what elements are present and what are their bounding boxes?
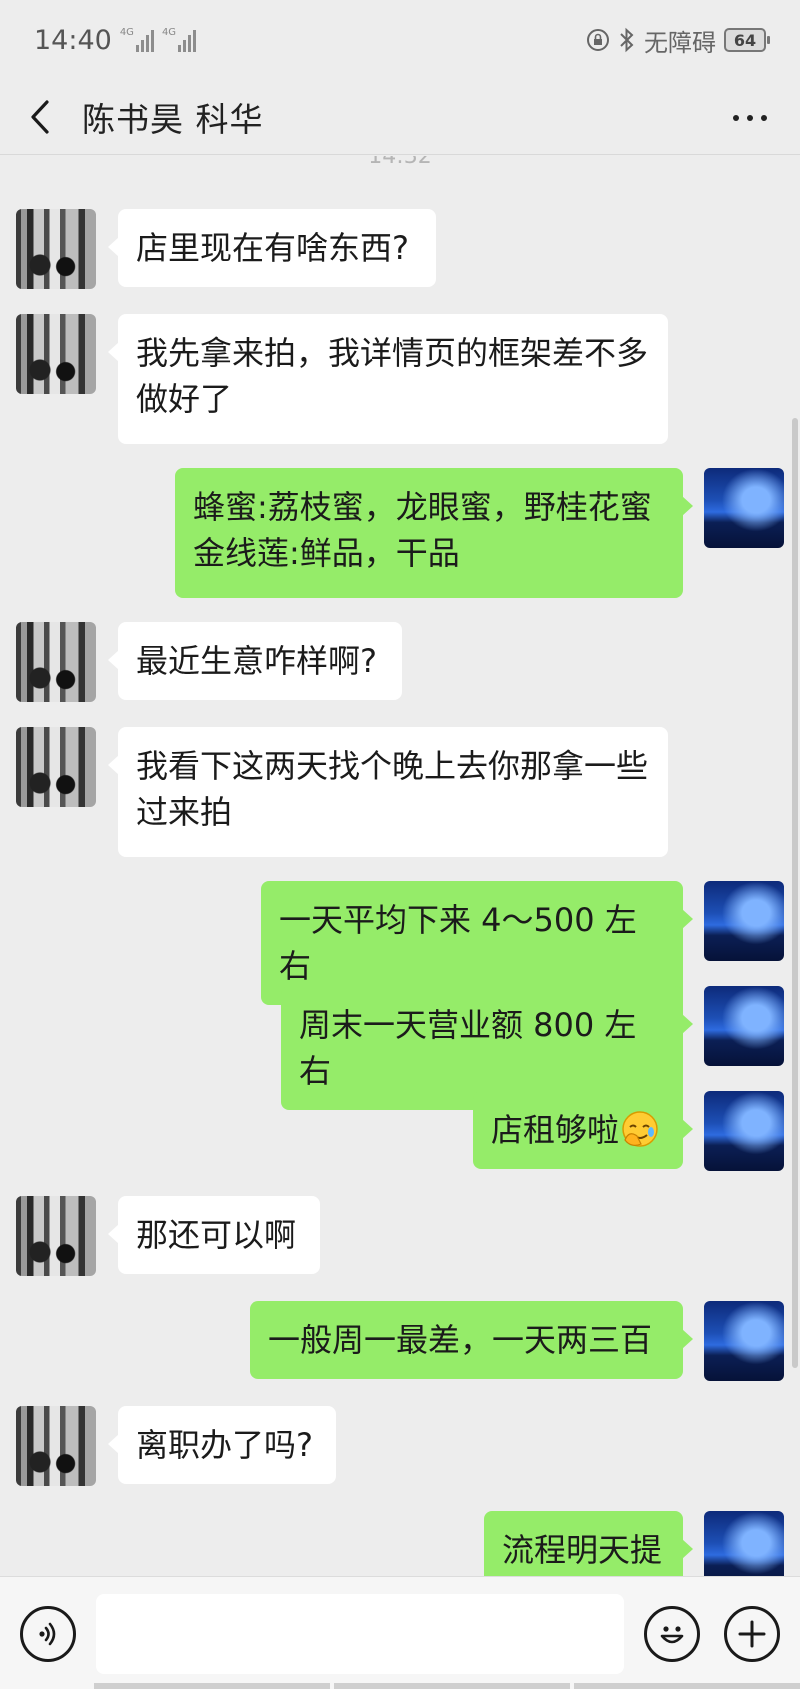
my-avatar[interactable] <box>704 1301 784 1381</box>
emoji-icon <box>660 1626 684 1644</box>
chat-title: 陈书昊 科华 <box>82 100 264 139</box>
contact-avatar[interactable] <box>16 622 96 702</box>
facepalm-emoji-icon <box>622 1111 658 1147</box>
status-bar: 14:40 4G 4G 无障碍 64 <box>0 0 800 80</box>
status-left: 14:40 4G 4G <box>34 24 197 56</box>
my-avatar[interactable] <box>704 881 784 961</box>
network-type-label: 4G <box>119 27 134 38</box>
signal-icon: 4G <box>120 28 154 52</box>
voice-button[interactable] <box>20 1606 76 1662</box>
contact-avatar[interactable] <box>16 727 96 807</box>
message-bubble-incoming[interactable]: 最近生意咋样啊? <box>108 622 402 700</box>
more-icon-dot <box>747 115 753 121</box>
back-arrow-icon <box>31 100 49 134</box>
scrollbar[interactable] <box>792 418 798 1368</box>
message-bubble-incoming[interactable]: 我看下这两天找个晚上去你那拿一些过来拍 <box>108 727 668 857</box>
message-bubble-outgoing[interactable]: 流程明天提 <box>484 1511 693 1576</box>
accessibility-label: 无障碍 <box>644 28 716 57</box>
message-bubble-outgoing[interactable]: 店租够啦 <box>473 1091 693 1169</box>
message-bubble-incoming[interactable]: 我先拿来拍，我详情页的框架差不多做好了 <box>108 314 668 444</box>
chat-screen: 14:40 4G 4G 无障碍 64 陈书昊 科华 14:32 店里现在有啥东西… <box>0 0 800 1689</box>
my-avatar[interactable] <box>704 468 784 548</box>
contact-avatar[interactable] <box>16 209 96 289</box>
status-time: 14:40 <box>34 24 112 56</box>
message-input[interactable] <box>96 1594 624 1674</box>
message-list[interactable]: 14:32 店里现在有啥东西? 我先拿来拍，我详情页的框架差不多做好了 蜂蜜:荔… <box>0 156 800 1576</box>
contact-avatar[interactable] <box>16 1196 96 1276</box>
message-bubble-outgoing[interactable]: 一般周一最差，一天两三百 <box>250 1301 693 1379</box>
battery-icon: 64 <box>724 28 770 52</box>
more-icon-dot <box>733 115 739 121</box>
message-bubble-incoming[interactable]: 店里现在有啥东西? <box>108 209 436 287</box>
voice-icon <box>39 1622 56 1646</box>
my-avatar[interactable] <box>704 986 784 1066</box>
message-timestamp: 14:32 <box>368 156 432 169</box>
more-icon-dot <box>761 115 767 121</box>
signal-icon-2: 4G <box>161 27 197 52</box>
input-bar <box>0 1576 800 1689</box>
chat-header: 陈书昊 科华 <box>0 80 800 155</box>
add-button[interactable] <box>724 1606 780 1662</box>
message-bubble-incoming[interactable]: 离职办了吗? <box>108 1406 336 1484</box>
network-type-label-2: 4G <box>161 27 177 38</box>
contact-avatar[interactable] <box>16 1406 96 1486</box>
add-icon <box>738 1620 766 1648</box>
my-avatar[interactable] <box>704 1511 784 1576</box>
message-text: 店租够啦 <box>491 1111 620 1149</box>
contact-avatar[interactable] <box>16 314 96 394</box>
lock-rotation-icon <box>587 29 609 51</box>
home-indicator <box>94 1683 800 1689</box>
bluetooth-icon <box>620 27 634 53</box>
status-right: 无障碍 64 <box>586 23 770 58</box>
my-avatar[interactable] <box>704 1091 784 1171</box>
message-bubble-outgoing[interactable]: 蜂蜜:荔枝蜜，龙眼蜜，野桂花蜜金线莲:鲜品，干品 <box>175 468 693 598</box>
back-button[interactable] <box>0 80 80 155</box>
more-button[interactable] <box>722 94 778 142</box>
emoji-button[interactable] <box>644 1606 700 1662</box>
message-bubble-incoming[interactable]: 那还可以啊 <box>108 1196 320 1274</box>
